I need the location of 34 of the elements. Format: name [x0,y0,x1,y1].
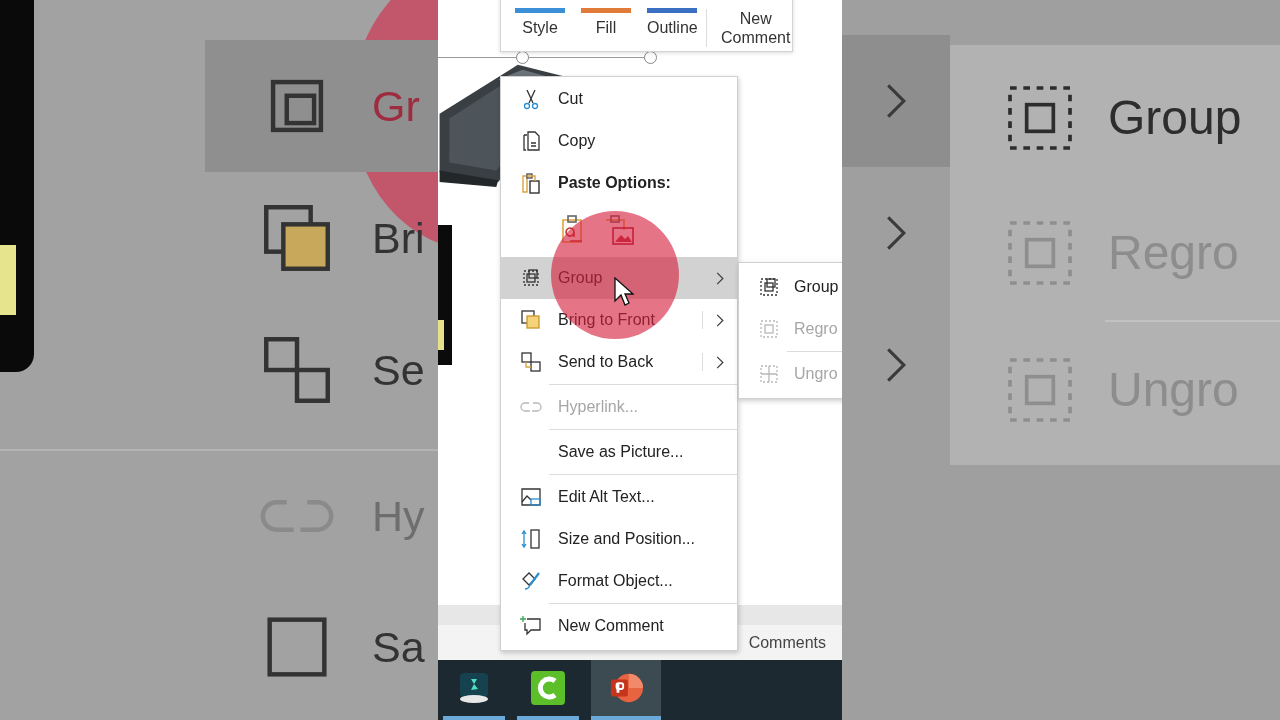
group-icon [757,275,781,299]
chevron-right-icon [715,271,725,286]
menu-section-label: Paste Options: [558,174,671,192]
video-editor-icon [457,671,491,705]
menu-item[interactable]: Size and Position... [501,518,737,560]
toolbar-button[interactable]: New Comment [705,9,805,47]
menu-item[interactable]: Cut [501,78,737,120]
menu-item-label: Gr [372,81,420,131]
menu-item[interactable]: Copy [501,120,737,162]
menu-item-label: Se [372,345,425,395]
chevron-right-icon [715,313,725,328]
paste-picture-icon [603,214,635,246]
menu-item-label: Bri [372,213,425,263]
menu-item[interactable]: Group [739,266,842,308]
menu-item[interactable]: Format Object... [501,560,737,602]
menu-item-label: Group [1108,90,1242,145]
presentation-app-icon [609,671,643,705]
menu-item[interactable]: Send to Back [501,341,737,383]
comments-button[interactable]: Comments [748,633,826,652]
mouse-pointer-icon [614,277,634,307]
ungroup-icon [757,362,781,386]
send-back-icon [519,350,543,374]
bring-front-icon [519,308,543,332]
comment-icon [519,614,543,638]
menu-item-label: Sa [372,622,425,672]
toolbar-button[interactable]: Style [507,8,573,37]
toolbar-button[interactable]: Outline [639,8,706,37]
chevron-right-icon [715,355,725,370]
regroup-icon [757,317,781,341]
image-text-icon [519,485,543,509]
recorder-app-icon [531,671,565,705]
toolbar-button[interactable]: Fill [573,8,639,37]
clipboard-icon [519,171,543,195]
size-icon [519,527,543,551]
